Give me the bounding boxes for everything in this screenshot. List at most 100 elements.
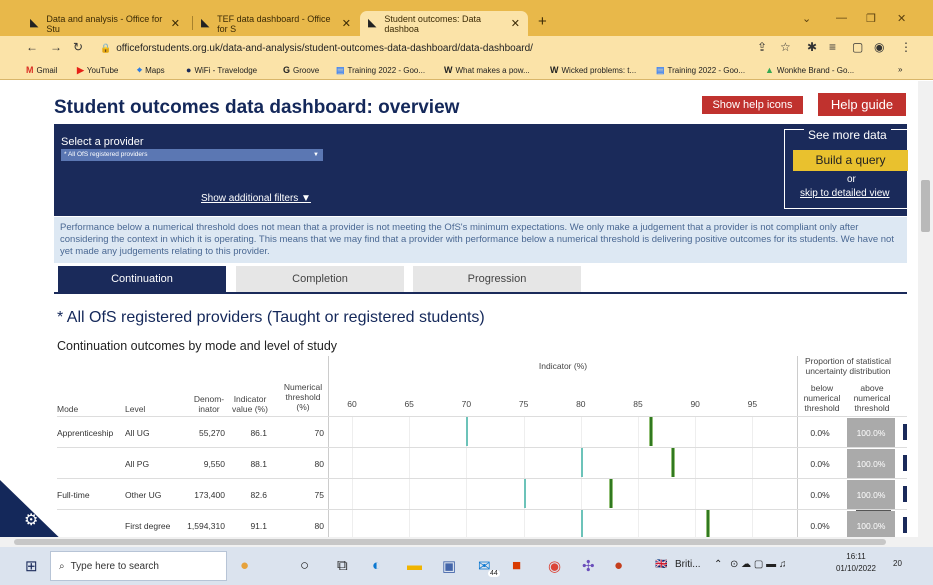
tab-search-icon[interactable]: ⌄ [802, 12, 811, 25]
x-tick-label: 90 [690, 399, 700, 409]
tray-icons[interactable]: ⊙ ☁ ▢ ▬ ♫ [730, 559, 786, 570]
restore-icon[interactable]: ❐ [866, 12, 876, 25]
share-icon[interactable]: ⇪ [757, 40, 767, 54]
vertical-scroll-thumb[interactable] [921, 180, 930, 232]
browser-toolbar: 🔒 officeforstudents.org.uk/data-and-anal… [0, 36, 933, 60]
tab-completion[interactable]: Completion [236, 266, 404, 292]
build-query-button[interactable]: Build a query [793, 150, 908, 171]
close-tab-icon[interactable]: ✕ [171, 17, 180, 30]
bookmark-groove[interactable]: G Groove [283, 65, 319, 75]
chrome-icon[interactable]: ◉ [548, 557, 561, 575]
header-numerical-threshold: Numerical threshold (%) [283, 382, 323, 412]
close-tab-icon[interactable]: ✕ [342, 17, 351, 30]
bookmark-wicked-problems[interactable]: W Wicked problems: t... [550, 65, 636, 75]
cell-above-threshold: 100.0% [856, 521, 886, 531]
tab-title: Student outcomes: Data dashboa [384, 13, 481, 34]
tab-strip: ◣ Data and analysis - Office for Stu ✕ ◣… [0, 0, 933, 36]
windows-start-icon[interactable]: ⊞ [25, 557, 38, 575]
gear-icon[interactable]: ⚙ [24, 510, 38, 530]
extensions-icon[interactable]: ✱ [807, 40, 817, 54]
weather-widget-icon[interactable]: ● [240, 557, 249, 574]
page-title: Student outcomes data dashboard: overvie… [54, 97, 460, 118]
bookmarks-overflow[interactable]: » [898, 65, 902, 74]
bookmark-wifi[interactable]: ● WiFi - Travelodge [186, 65, 257, 75]
close-tab-icon[interactable]: ✕ [511, 17, 520, 30]
row-divider [57, 478, 907, 479]
cell-below-threshold: 0.0% [810, 459, 830, 469]
tab-title: Data and analysis - Office for Stu [46, 13, 163, 34]
reading-list-icon[interactable]: ≡ [829, 40, 836, 54]
travelodge-icon: ● [186, 65, 192, 75]
language-indicator[interactable]: Briti... [675, 559, 701, 570]
bookmark-maps[interactable]: ⌖ Maps [137, 65, 165, 76]
clock-date[interactable]: 01/10/2022 [832, 564, 880, 573]
outcome-tabs: Continuation Completion Progression [54, 266, 907, 294]
x-tick-label: 70 [461, 399, 472, 409]
skip-to-detailed-view-link[interactable]: skip to detailed view [800, 188, 890, 199]
show-additional-filters-link[interactable]: Show additional filters ▼ [201, 193, 311, 204]
gmail-icon: M [26, 65, 34, 75]
cell-above-threshold: 100.0% [856, 428, 886, 438]
row-divider [57, 447, 907, 448]
cell-mode: Apprenticeship [57, 428, 114, 438]
threshold-mark [580, 448, 583, 477]
store-icon[interactable]: ▣ [442, 557, 456, 575]
edge-icon[interactable]: ◐ [372, 557, 381, 574]
browser-tab-tef-dashboard[interactable]: ◣ TEF data dashboard - Office for S ✕ [193, 11, 359, 36]
browser-tab-student-outcomes[interactable]: ◣ Student outcomes: Data dashboa ✕ [360, 11, 528, 36]
taskbar-search-input[interactable]: ⌕ Type here to search [50, 551, 227, 581]
header-above-threshold: above numerical threshold [853, 383, 891, 413]
header-denominator: Denom-inator [193, 394, 225, 414]
profile-avatar-icon[interactable]: ◉ [874, 40, 884, 54]
tray-chevron-icon[interactable]: ⌃ [714, 559, 722, 570]
see-more-data-label: See more data [804, 128, 891, 142]
show-help-icons-button[interactable]: Show help icons [702, 96, 803, 114]
close-window-icon[interactable]: ✕ [897, 12, 906, 25]
cell-indicator-value: 88.1 [250, 459, 267, 469]
reload-icon[interactable]: ↻ [73, 40, 83, 54]
clock-time[interactable]: 16:11 [838, 552, 874, 561]
x-gridline [352, 417, 353, 547]
vertical-scrollbar[interactable] [918, 81, 933, 547]
bookmark-wonkhe-brand[interactable]: ▲ Wonkhe Brand - Go... [765, 65, 854, 75]
bookmark-training-2[interactable]: ▤ Training 2022 - Goo... [656, 65, 745, 76]
office-icon[interactable]: ■ [512, 557, 521, 574]
x-tick-label: 65 [404, 399, 414, 409]
row-marker [903, 455, 907, 471]
notification-center-icon[interactable]: 20 [893, 559, 902, 568]
tab-progression[interactable]: Progression [413, 266, 581, 292]
file-explorer-icon[interactable]: ▬ [407, 557, 422, 574]
slack-icon[interactable]: ✣ [582, 557, 595, 575]
task-view-icon[interactable]: ⧉ [337, 557, 348, 574]
tab-continuation[interactable]: Continuation [58, 266, 226, 292]
bookmark-youtube[interactable]: ▶ YouTube [77, 65, 118, 76]
bookmark-what-makes[interactable]: W What makes a pow... [444, 65, 530, 75]
x-gridline [752, 417, 754, 547]
bookmark-star-icon[interactable]: ☆ [780, 40, 791, 54]
cell-threshold: 80 [314, 459, 324, 469]
back-icon[interactable]: ← [26, 40, 38, 54]
bookmarks-bar: M Gmail ▶ YouTube ⌖ Maps ● WiFi - Travelodge… [0, 60, 933, 80]
powerpoint-icon[interactable]: ● [614, 557, 623, 574]
new-tab-button[interactable]: + [538, 13, 547, 30]
select-provider-label: Select a provider [61, 136, 144, 148]
browser-tab-data-analysis[interactable]: ◣ Data and analysis - Office for Stu ✕ [22, 11, 188, 36]
help-guide-button[interactable]: Help guide [818, 93, 906, 116]
bookmark-gmail[interactable]: M Gmail [26, 65, 57, 75]
indicator-mark [608, 479, 613, 508]
minimize-icon[interactable]: — [836, 12, 847, 24]
x-tick-label: 80 [576, 399, 586, 409]
menu-kebab-icon[interactable]: ⋮ [900, 40, 912, 54]
forward-icon[interactable]: → [50, 40, 62, 54]
provider-select[interactable]: * All OfS registered providers ▼ [61, 149, 323, 161]
bookmark-training-1[interactable]: ▤ Training 2022 - Goo... [336, 65, 425, 76]
horizontal-scroll-thumb[interactable] [14, 539, 886, 545]
cortana-icon[interactable]: ○ [300, 557, 309, 574]
address-bar[interactable]: 🔒 officeforstudents.org.uk/data-and-anal… [92, 39, 802, 58]
wonkhe-w-icon: W [550, 65, 559, 75]
cell-denominator: 1,594,310 [187, 521, 225, 531]
indicator-mark [648, 417, 653, 446]
side-panel-icon[interactable]: ▢ [852, 40, 863, 54]
browser-window: ◣ Data and analysis - Office for Stu ✕ ◣… [0, 0, 933, 585]
x-tick-label: 75 [518, 399, 529, 409]
